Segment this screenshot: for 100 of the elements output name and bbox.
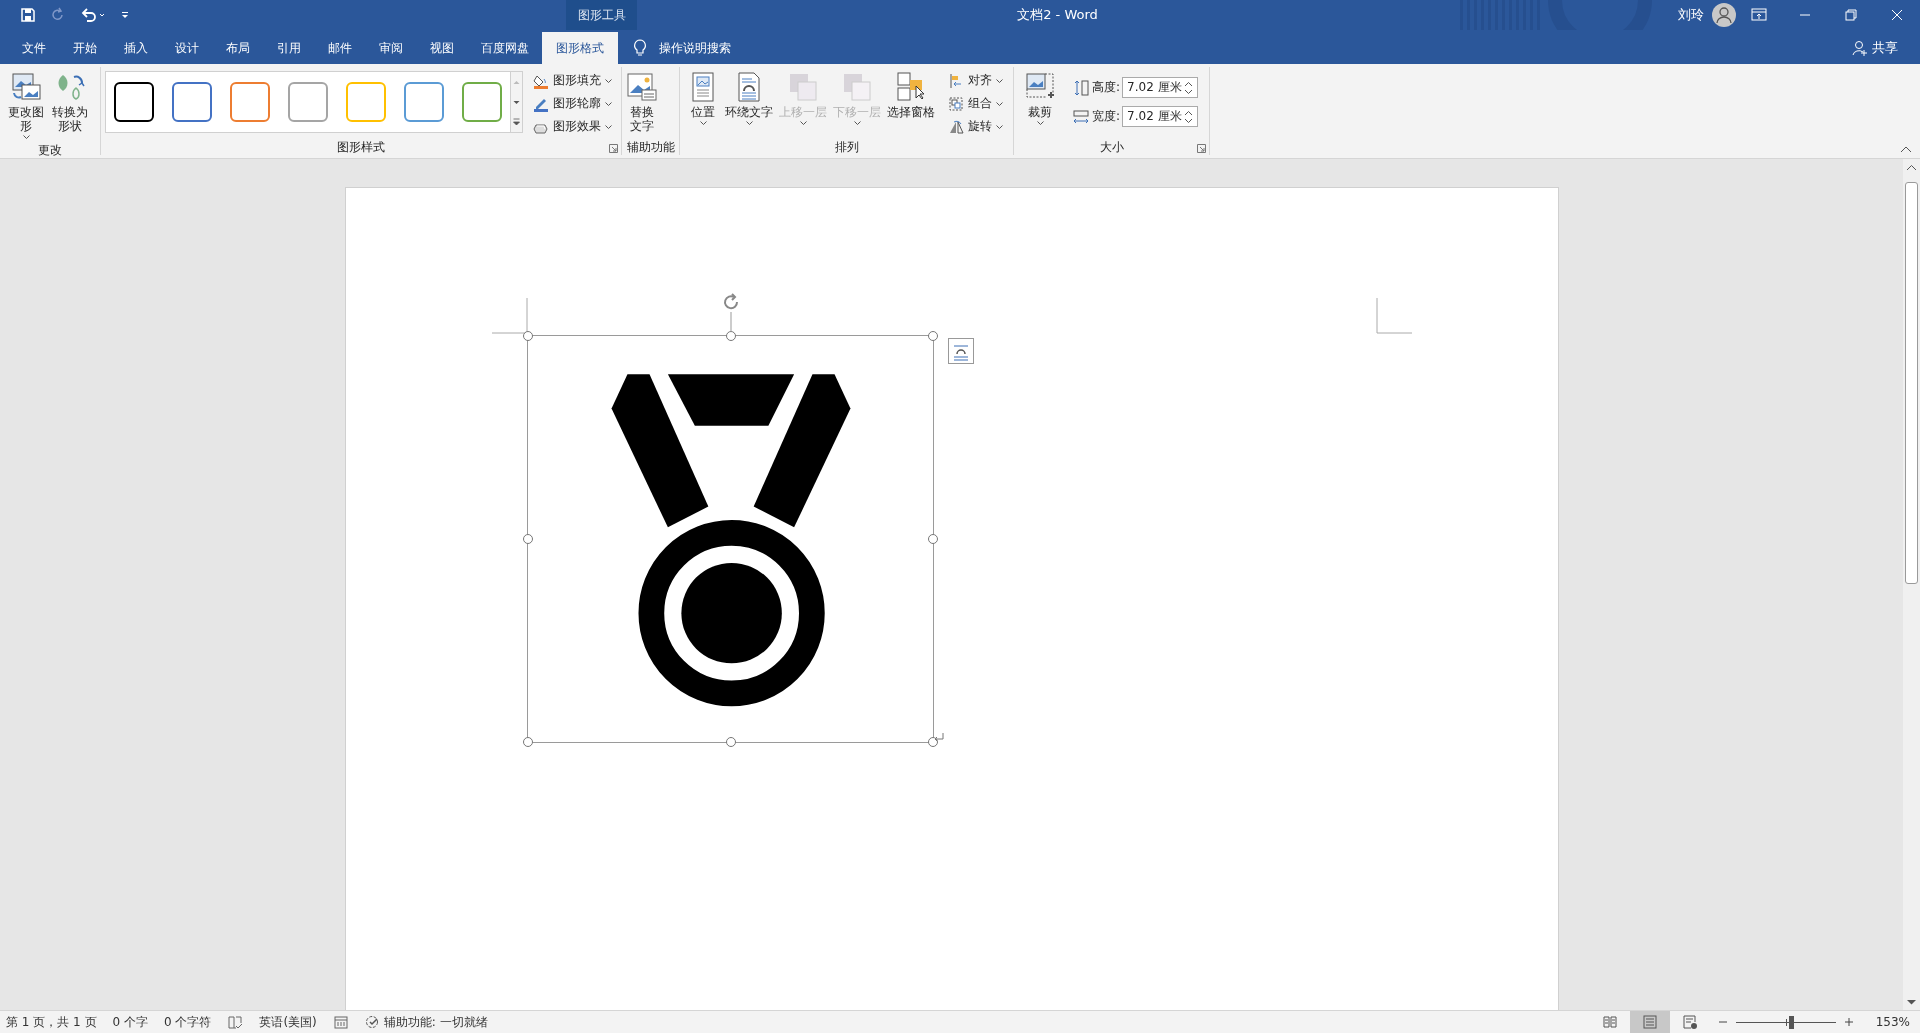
ribbon-button[interactable]: 替换文字 [626,69,658,135]
resize-handle[interactable] [523,331,533,341]
dropdown-caret-icon [605,79,612,84]
shape-style-swatch[interactable] [114,82,154,122]
ribbon-menu-button[interactable]: 旋转 [948,117,1003,136]
dialog-launcher-icon[interactable] [609,144,618,153]
spin-arrows-icon[interactable] [1184,108,1194,125]
char-count[interactable]: 0 个字符 [164,1013,212,1031]
ribbon-menu-button[interactable]: 图形效果 [533,117,612,136]
align-icon [948,72,964,89]
dropdown-caret-icon [745,121,753,126]
accessibility-status[interactable]: 辅助功能: 一切就绪 [364,1013,488,1031]
resize-handle[interactable] [928,331,938,341]
anchor-mark-icon [933,732,945,744]
spin-arrows-icon[interactable] [1184,79,1194,96]
ribbon-tab[interactable]: 百度网盘 [467,32,543,64]
zoom-level[interactable]: 153% [1875,1015,1910,1029]
ribbon-button[interactable]: 位置 [684,69,722,128]
ribbon-tab[interactable]: 插入 [110,32,162,64]
context-tab-label: 图形工具 [566,0,637,30]
word-count[interactable]: 0 个字 [112,1013,148,1031]
group-label: 排列 [834,138,859,156]
resize-handle[interactable] [523,534,533,544]
ribbon-tab[interactable]: 开始 [59,32,111,64]
picture-swap-icon [10,71,42,103]
zoom-slider[interactable] [1788,1015,1794,1029]
dialog-launcher-icon[interactable] [1197,144,1206,153]
dropdown-caret-icon [699,121,707,126]
person-add-icon [1852,40,1868,56]
corner-mark [492,298,528,334]
page-count[interactable]: 第 1 页，共 1 页 [6,1013,97,1031]
lightbulb-icon [633,39,647,57]
web-layout-icon [1681,1014,1698,1030]
ribbon-tab[interactable]: 审阅 [365,32,417,64]
resize-handle[interactable] [725,331,736,341]
macro-icon[interactable] [332,1014,349,1030]
zoom-in-icon[interactable] [1843,1017,1854,1027]
ribbon-button[interactable]: 裁剪 [1018,69,1062,128]
dropdown-caret-icon [605,125,612,130]
ribbon-button[interactable]: 选择窗格 [884,69,938,121]
group-icon [948,95,964,112]
view-button[interactable] [1629,1011,1670,1033]
print-layout-icon [1641,1014,1658,1030]
group-label: 大小 [1099,138,1124,156]
dropdown-caret-icon [996,102,1003,107]
resize-handle[interactable] [928,737,938,747]
image-text-icon [626,71,658,103]
shape-style-swatch[interactable] [404,82,444,122]
accessibility-check-icon [364,1014,381,1030]
spin-field[interactable]: 7.02 厘米 [1122,106,1199,127]
shape-style-swatch[interactable] [172,82,212,122]
width-icon [1072,107,1090,126]
ribbon-button[interactable]: 环绕文字 [722,69,776,128]
ribbon-tab[interactable]: 图形格式 [542,32,618,64]
ribbon-tab[interactable]: 邮件 [314,32,366,64]
ribbon-tab[interactable]: 视图 [416,32,468,64]
ribbon-menu-button[interactable]: 组合 [948,94,1003,113]
ribbon-menu-button[interactable]: 对齐 [948,71,1003,90]
ribbon-tab[interactable]: 文件 [8,32,60,64]
ribbon-button[interactable]: 更改图形 [4,69,48,142]
resize-handle[interactable] [725,737,736,747]
ribbon-menu-button[interactable]: 图形轮廓 [533,94,612,113]
ribbon-button[interactable]: 转换为形状 [48,69,92,135]
read-mode-icon [1601,1014,1618,1030]
share-button[interactable]: 共享 [1852,32,1898,64]
panels-cursor-icon [895,71,927,103]
dropdown-caret-icon [605,102,612,107]
save-icon[interactable] [20,7,36,23]
collapse-ribbon-icon[interactable] [1900,145,1912,153]
field-label: 高度: [1092,79,1121,96]
avatar-icon[interactable] [1712,3,1736,27]
dropdown-caret-icon [1036,121,1044,126]
window-title: 文档2 - Word [1016,6,1099,24]
ribbon-menu-button[interactable]: 图形填充 [533,71,612,90]
redo-icon [50,7,66,23]
layers-icon [841,71,873,103]
dropdown-caret-icon [799,121,807,126]
spin-field[interactable]: 7.02 厘米 [1122,77,1199,98]
dropdown-caret-icon [22,135,30,140]
scrollbar-thumb[interactable] [1905,182,1918,584]
ribbon-tab[interactable]: 布局 [212,32,264,64]
dropdown-caret-icon [996,125,1003,130]
shape-style-swatch[interactable] [462,82,502,122]
corner-mark [1376,298,1412,334]
resize-handle[interactable] [928,534,938,544]
field-label: 宽度: [1092,108,1121,125]
layers-icon [787,71,819,103]
group-label: 图形样式 [337,138,385,156]
book-check-icon[interactable] [227,1014,244,1030]
group-label: 辅助功能 [626,138,675,156]
language-indicator[interactable]: 英语(美国) [259,1013,317,1031]
shape-style-swatch[interactable] [288,82,328,122]
tell-me-search[interactable]: 操作说明搜索 [659,39,731,57]
ribbon-tab[interactable]: 引用 [263,32,315,64]
shape-style-swatch[interactable] [230,82,270,122]
layout-options-icon[interactable] [948,338,974,364]
rotate-icon [948,118,964,135]
resize-handle[interactable] [523,737,533,747]
ribbon-tab[interactable]: 设计 [161,32,213,64]
undo-icon[interactable] [80,7,106,23]
